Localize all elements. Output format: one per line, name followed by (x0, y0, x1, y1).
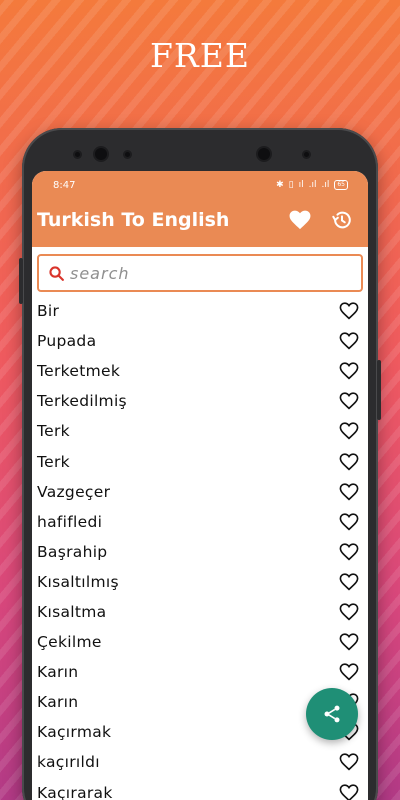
list-item[interactable]: Vazgeçer (32, 477, 368, 507)
word-label: Pupada (37, 332, 97, 351)
heart-outline-icon (339, 483, 359, 501)
word-label: Karın (37, 663, 79, 682)
word-label: Terkedilmiş (37, 392, 127, 411)
favorite-toggle-button[interactable] (338, 541, 360, 563)
word-label: Kaçırarak (37, 783, 113, 800)
status-bar: 8:47 ✱ ▯ ıl .ıl .ıl 65 (32, 171, 368, 199)
history-icon (332, 211, 351, 229)
favorite-toggle-button[interactable] (338, 300, 360, 322)
favorite-toggle-button[interactable] (338, 661, 360, 683)
list-item[interactable]: Kısaltma (32, 597, 368, 627)
status-time: 8:47 (53, 179, 76, 191)
battery-icon: 65 (334, 180, 348, 190)
heart-outline-icon (339, 422, 359, 440)
favorite-toggle-button[interactable] (338, 330, 360, 352)
word-label: Kısaltılmış (37, 572, 119, 591)
favorite-toggle-button[interactable] (338, 390, 360, 412)
heart-outline-icon (339, 573, 359, 591)
heart-outline-icon (339, 603, 359, 621)
sensor-dot (75, 152, 80, 157)
favorite-toggle-button[interactable] (338, 511, 360, 533)
word-label: Çekilme (37, 633, 102, 652)
signal-icon: .ıl (308, 180, 317, 190)
search-input[interactable] (70, 263, 330, 283)
toolbar: Turkish To English (32, 199, 368, 241)
word-label: Karın (37, 693, 79, 712)
list-item[interactable]: Karın (32, 657, 368, 687)
share-button[interactable] (306, 688, 358, 740)
favorite-toggle-button[interactable] (338, 481, 360, 503)
list-item[interactable]: Terk (32, 416, 368, 446)
sensor-dot (304, 152, 309, 157)
favorite-toggle-button[interactable] (338, 360, 360, 382)
word-label: Başrahip (37, 542, 108, 561)
list-item[interactable]: Terkedilmiş (32, 386, 368, 416)
heart-outline-icon (339, 392, 359, 410)
app-header: 8:47 ✱ ▯ ıl .ıl .ıl 65 Turkish To Englis… (32, 171, 368, 247)
favorite-toggle-button[interactable] (338, 782, 360, 800)
favorite-toggle-button[interactable] (338, 571, 360, 593)
search-icon (49, 265, 64, 281)
heart-outline-icon (339, 513, 359, 531)
search-field[interactable] (37, 254, 363, 292)
word-label: Bir (37, 302, 60, 321)
word-label: hafifledi (37, 512, 103, 531)
word-label: Terk (37, 452, 70, 471)
phone-side-button-right (377, 360, 381, 420)
sensor-dot (125, 152, 130, 157)
front-camera-secondary (258, 148, 270, 160)
list-item[interactable]: Kaçırarak (32, 778, 368, 800)
heart-filled-icon (289, 210, 311, 230)
list-item[interactable]: Çekilme (32, 627, 368, 657)
heart-outline-icon (339, 783, 359, 800)
list-item[interactable]: Başrahip (32, 537, 368, 567)
list-item[interactable]: hafifledi (32, 507, 368, 537)
favorite-toggle-button[interactable] (338, 420, 360, 442)
history-button[interactable] (328, 206, 356, 234)
search-container (32, 247, 368, 292)
wifi-icon: .ıl (321, 180, 330, 190)
list-item[interactable]: Pupada (32, 326, 368, 356)
front-camera (95, 148, 107, 160)
heart-outline-icon (339, 302, 359, 320)
word-label: Kısaltma (37, 602, 107, 621)
heart-outline-icon (339, 362, 359, 380)
bluetooth-icon: ✱ (276, 180, 284, 190)
word-label: Terketmek (37, 362, 121, 381)
share-icon (324, 705, 340, 723)
heart-outline-icon (339, 452, 359, 470)
heart-outline-icon (339, 633, 359, 651)
word-label: Kaçırmak (37, 723, 112, 742)
favorite-toggle-button[interactable] (338, 451, 360, 473)
word-label: kaçırıldı (37, 753, 100, 772)
heart-outline-icon (339, 663, 359, 681)
promo-title: FREE (150, 36, 250, 75)
phone-side-button-left (19, 258, 23, 304)
favorites-button[interactable] (286, 206, 314, 234)
list-item[interactable]: Kısaltılmış (32, 567, 368, 597)
list-item[interactable]: Bir (32, 296, 368, 326)
word-label: Terk (37, 422, 70, 441)
list-item[interactable]: Terk (32, 446, 368, 476)
heart-outline-icon (339, 332, 359, 350)
list-item[interactable]: Terketmek (32, 356, 368, 386)
vibrate-icon: ▯ (288, 180, 294, 190)
favorite-toggle-button[interactable] (338, 631, 360, 653)
app-title: Turkish To English (37, 209, 230, 231)
favorite-toggle-button[interactable] (338, 601, 360, 623)
list-item[interactable]: kaçırıldı (32, 747, 368, 777)
favorite-toggle-button[interactable] (338, 751, 360, 773)
volte-icon: ıl (298, 180, 304, 190)
heart-outline-icon (339, 543, 359, 561)
word-label: Vazgeçer (37, 482, 111, 501)
status-icons: ✱ ▯ ıl .ıl .ıl 65 (276, 180, 348, 190)
heart-outline-icon (339, 753, 359, 771)
